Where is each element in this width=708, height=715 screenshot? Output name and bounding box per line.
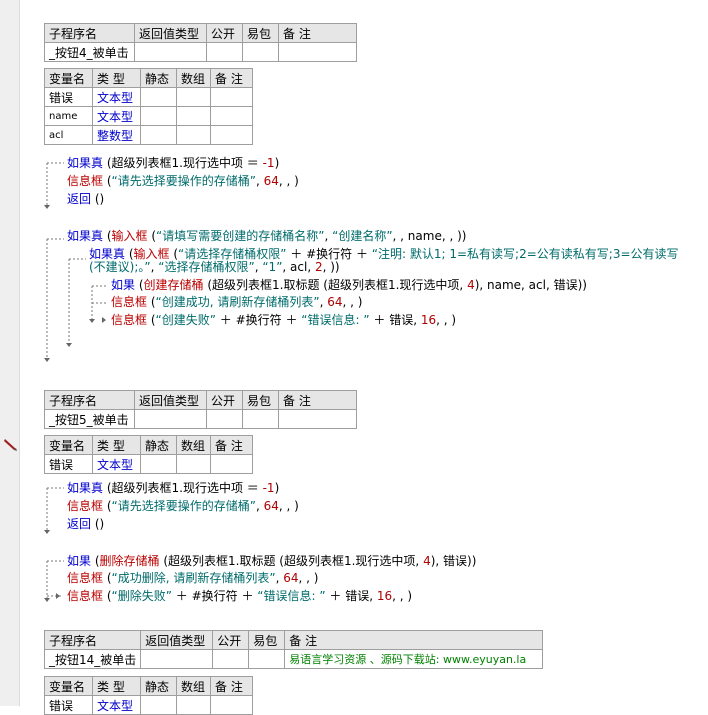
col-var-remark: 备 注 — [210, 435, 253, 455]
remark-cell[interactable] — [278, 409, 357, 429]
col-epackage: 易包 — [248, 630, 286, 650]
epackage-cell[interactable] — [242, 42, 279, 62]
var-type-cell[interactable]: 文本型 — [92, 454, 141, 474]
editor-gutter — [0, 0, 20, 706]
col-remark: 备 注 — [284, 630, 544, 650]
sub-name-cell[interactable]: _按钮14_被单击 — [43, 649, 142, 669]
var-name-cell[interactable]: 错误 — [44, 454, 93, 474]
return-type-cell[interactable] — [140, 649, 214, 669]
col-var-name: 变量名 — [44, 68, 93, 88]
remark-cell[interactable]: 易语言学习资源 、源码下载站: www.eyuyan.la — [284, 649, 544, 669]
code-line-msgbox-success[interactable]: 信息框 (“创建成功, 请刷新存储桶列表”, 64, , ) — [111, 294, 362, 310]
code-line-msgbox[interactable]: 信息框 (“请先选择要操作的存储桶”, 64, , ) — [67, 498, 299, 514]
var-type-cell[interactable]: 文本型 — [92, 695, 141, 715]
col-array: 数组 — [176, 676, 211, 696]
array-cell[interactable] — [176, 87, 211, 107]
var-type-cell[interactable]: 文本型 — [92, 106, 141, 126]
static-cell[interactable] — [140, 87, 177, 107]
return-type-cell[interactable] — [134, 409, 207, 429]
sub-header-table-2: 子程序名 返回值类型 公开 易包 备 注 _按钮5_被单击 — [44, 390, 357, 429]
col-epackage: 易包 — [242, 23, 279, 43]
col-var-name: 变量名 — [44, 676, 93, 696]
array-cell[interactable] — [176, 454, 211, 474]
sub-header-table-1: 子程序名 返回值类型 公开 易包 备 注 _按钮4_被单击 — [44, 23, 357, 62]
col-static: 静态 — [140, 676, 177, 696]
sub-name-cell[interactable]: _按钮4_被单击 — [44, 42, 135, 62]
col-var-type: 类 型 — [92, 68, 141, 88]
col-sub-name: 子程序名 — [43, 630, 142, 650]
col-var-remark: 备 注 — [210, 68, 253, 88]
epackage-cell[interactable] — [242, 409, 279, 429]
col-epackage: 易包 — [242, 390, 279, 410]
code-line-return[interactable]: 返回 () — [67, 191, 104, 207]
code-line-if-selected[interactable]: 如果真 (超级列表框1.现行选中项 ＝ -1) — [67, 155, 279, 171]
var-table-1: 变量名 类 型 静态 数组 备 注 错误 文本型 name 文本型 acl 整数… — [44, 68, 253, 145]
public-cell[interactable] — [206, 409, 243, 429]
col-public: 公开 — [212, 630, 250, 650]
return-type-cell[interactable] — [134, 42, 207, 62]
col-return-type: 返回值类型 — [140, 630, 214, 650]
col-sub-name: 子程序名 — [44, 23, 135, 43]
var-remark-cell[interactable] — [210, 125, 253, 145]
var-name-cell[interactable]: name — [44, 106, 93, 126]
col-var-type: 类 型 — [92, 435, 141, 455]
col-return-type: 返回值类型 — [134, 23, 207, 43]
col-static: 静态 — [140, 68, 177, 88]
static-cell[interactable] — [140, 125, 177, 145]
col-remark: 备 注 — [278, 390, 357, 410]
code-line-permission-cont[interactable]: (不建议);。”, “选择存储桶权限”, “1”, acl, 2, )) — [89, 259, 340, 275]
var-name-cell[interactable]: 错误 — [44, 87, 93, 107]
var-remark-cell[interactable] — [210, 454, 253, 474]
code-line-if-inputbox[interactable]: 如果真 (输入框 (“请填写需要创建的存储桶名称”, “创建名称”, , nam… — [67, 228, 466, 244]
static-cell[interactable] — [140, 454, 177, 474]
var-remark-cell[interactable] — [210, 695, 253, 715]
sub-name-cell[interactable]: _按钮5_被单击 — [44, 409, 135, 429]
col-array: 数组 — [176, 68, 211, 88]
col-public: 公开 — [206, 390, 243, 410]
var-table-2: 变量名 类 型 静态 数组 备 注 错误 文本型 — [44, 435, 253, 474]
array-cell[interactable] — [176, 125, 211, 145]
col-var-remark: 备 注 — [210, 676, 253, 696]
code-line-msgbox-fail[interactable]: 信息框 (“删除失败” ＋ #换行符 ＋ “错误信息: ” ＋ 错误, 16, … — [67, 588, 412, 604]
var-name-cell[interactable]: acl — [44, 125, 93, 145]
public-cell[interactable] — [206, 42, 243, 62]
col-var-name: 变量名 — [44, 435, 93, 455]
var-type-cell[interactable]: 文本型 — [92, 87, 141, 107]
col-public: 公开 — [206, 23, 243, 43]
var-name-cell[interactable]: 错误 — [44, 695, 93, 715]
sub-header-table-3: 子程序名 返回值类型 公开 易包 备 注 _按钮14_被单击 易语言学习资源 、… — [43, 630, 544, 669]
array-cell[interactable] — [176, 106, 211, 126]
var-remark-cell[interactable] — [210, 87, 253, 107]
code-line-msgbox-fail[interactable]: 信息框 (“创建失败” ＋ #换行符 ＋ “错误信息: ” ＋ 错误, 16, … — [111, 312, 456, 328]
code-line-return[interactable]: 返回 () — [67, 516, 104, 532]
col-sub-name: 子程序名 — [44, 390, 135, 410]
col-array: 数组 — [176, 435, 211, 455]
code-line-msgbox[interactable]: 信息框 (“请先选择要操作的存储桶”, 64, , ) — [67, 173, 299, 189]
col-var-type: 类 型 — [92, 676, 141, 696]
code-line-if-delete[interactable]: 如果 (删除存储桶 (超级列表框1.取标题 (超级列表框1.现行选中项, 4),… — [67, 553, 476, 569]
epackage-cell[interactable] — [248, 649, 286, 669]
code-line-msgbox-success[interactable]: 信息框 (“成功删除, 请刷新存储桶列表”, 64, , ) — [67, 570, 318, 586]
pencil-icon — [4, 439, 17, 451]
array-cell[interactable] — [176, 695, 211, 715]
code-line-if-create[interactable]: 如果 (创建存储桶 (超级列表框1.取标题 (超级列表框1.现行选中项, 4),… — [111, 277, 587, 293]
static-cell[interactable] — [140, 695, 177, 715]
public-cell[interactable] — [212, 649, 250, 669]
var-type-cell[interactable]: 整数型 — [92, 125, 141, 145]
col-remark: 备 注 — [278, 23, 357, 43]
col-static: 静态 — [140, 435, 177, 455]
var-table-3: 变量名 类 型 静态 数组 备 注 错误 文本型 — [44, 676, 253, 715]
code-line-if-selected[interactable]: 如果真 (超级列表框1.现行选中项 ＝ -1) — [67, 480, 279, 496]
static-cell[interactable] — [140, 106, 177, 126]
remark-cell[interactable] — [278, 42, 357, 62]
var-remark-cell[interactable] — [210, 106, 253, 126]
col-return-type: 返回值类型 — [134, 390, 207, 410]
